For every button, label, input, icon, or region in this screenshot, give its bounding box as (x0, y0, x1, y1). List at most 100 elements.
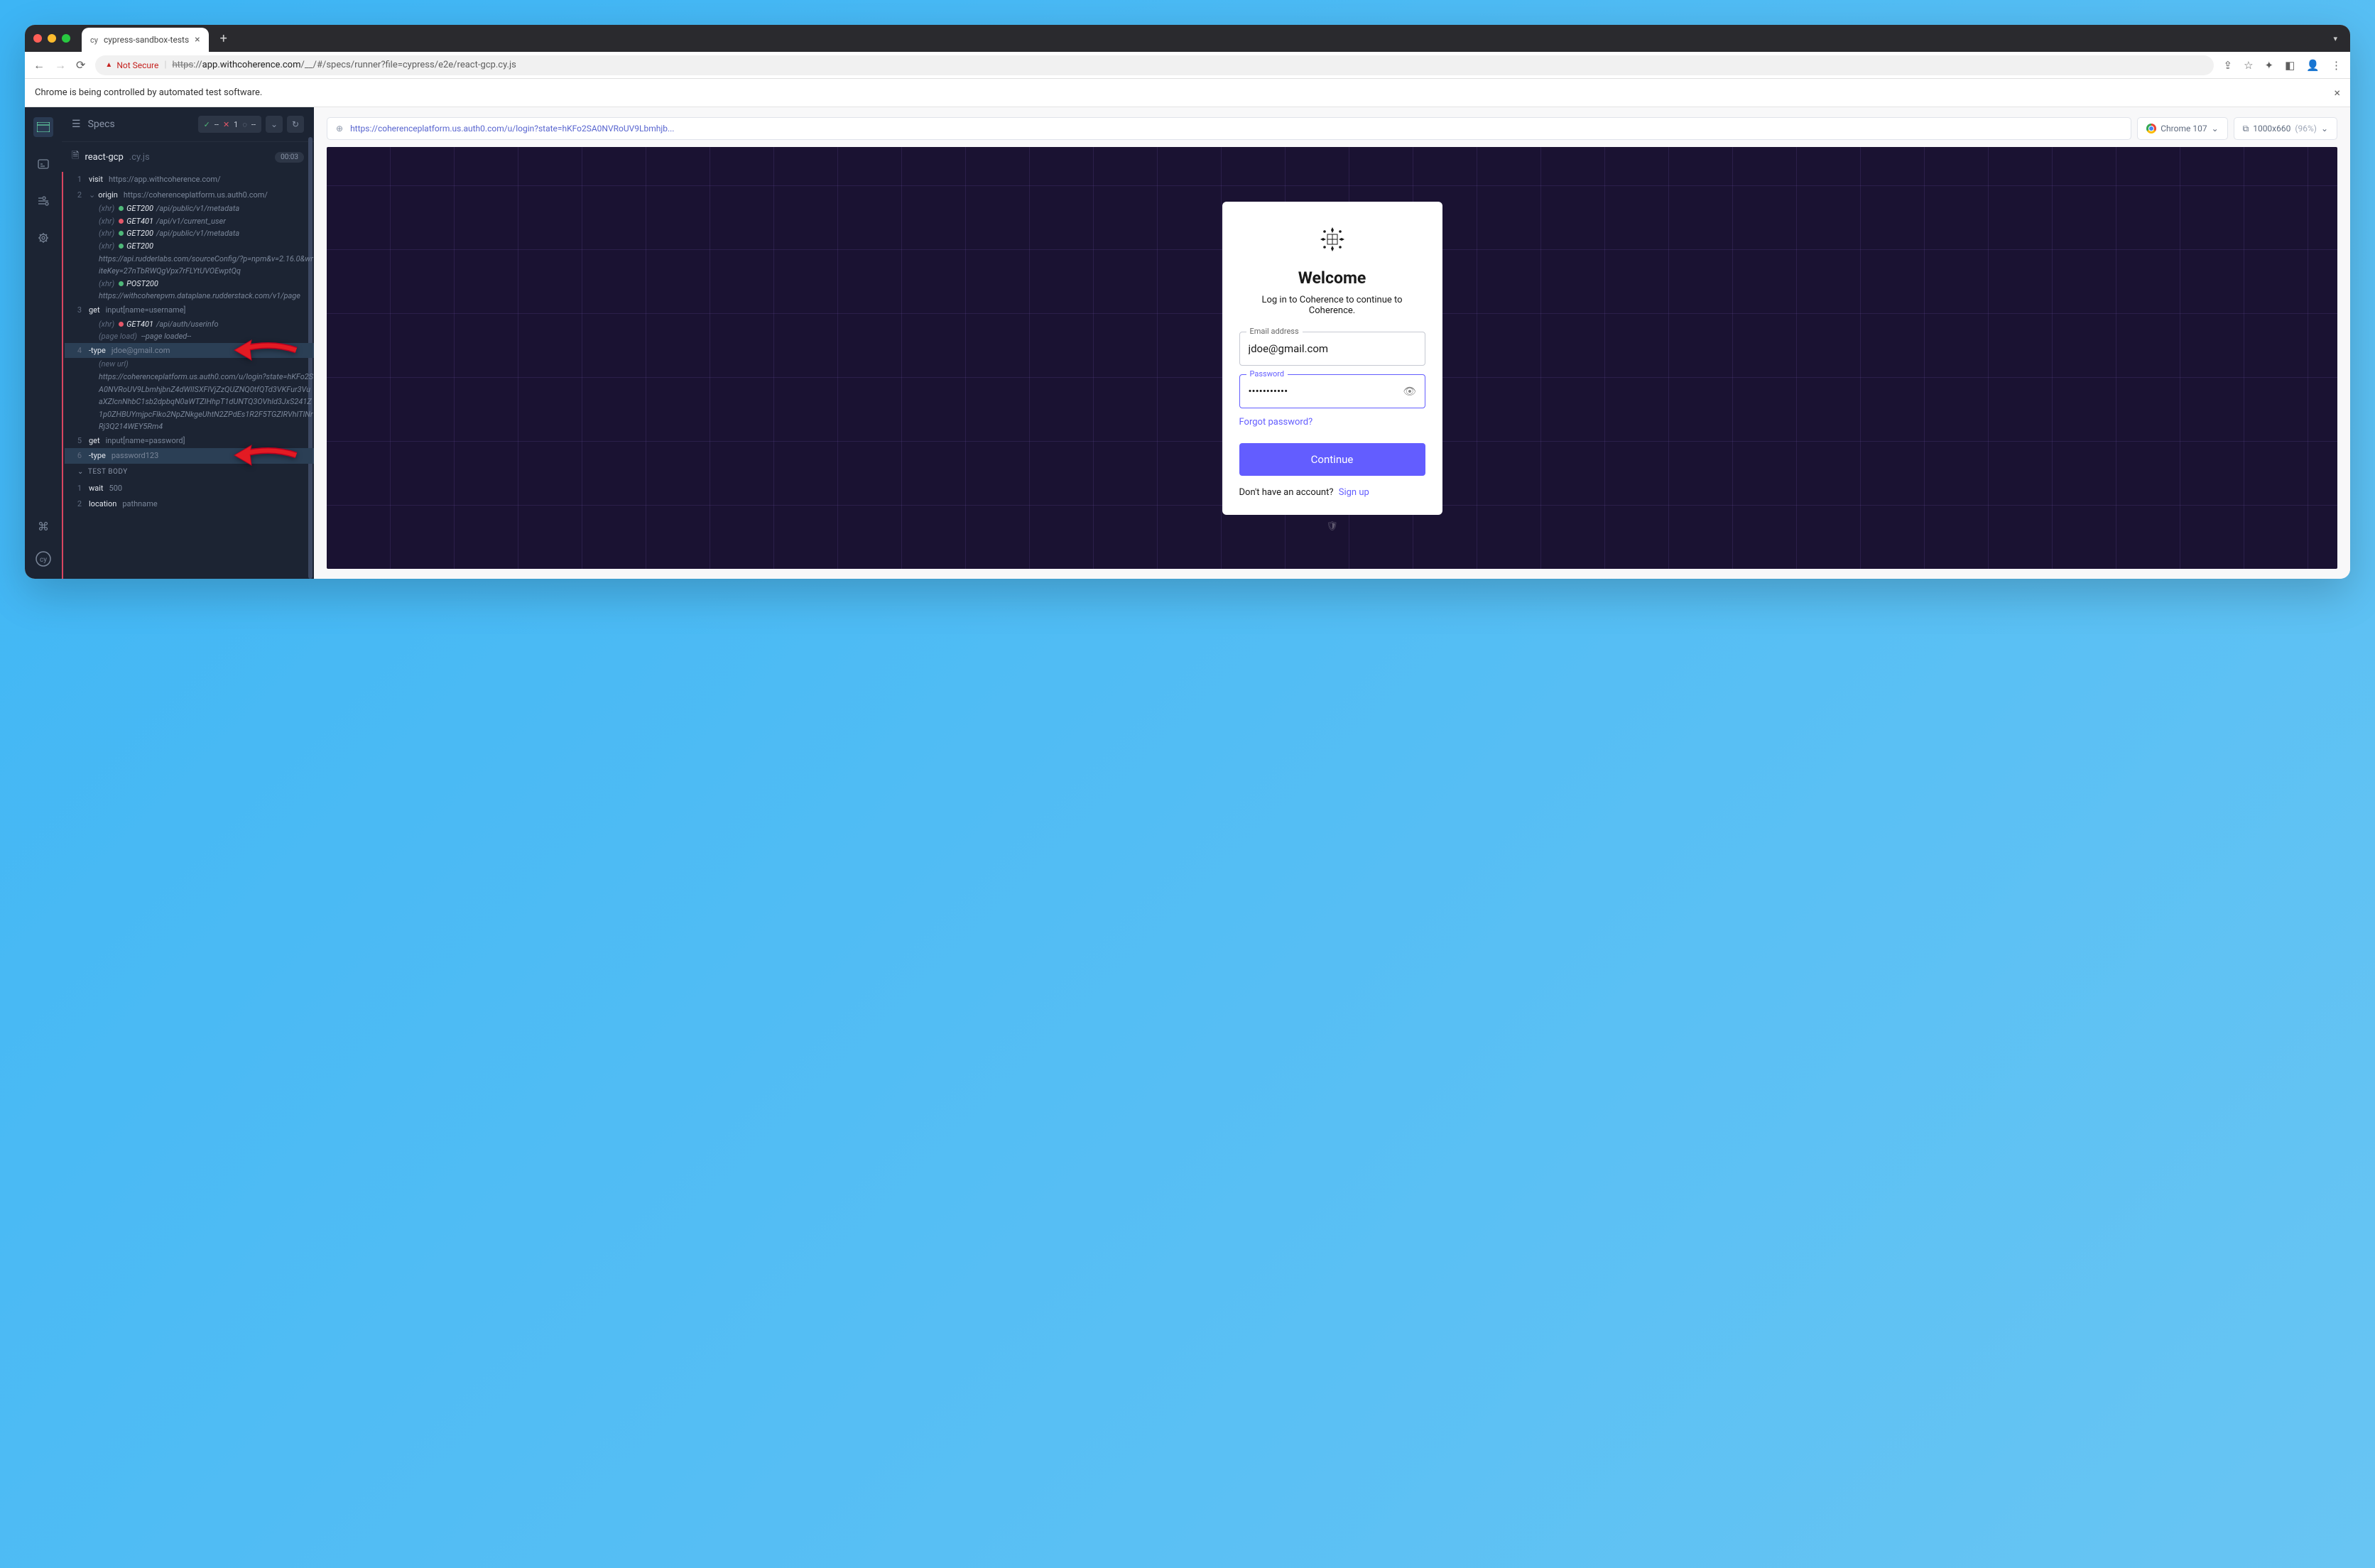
minimize-window-icon[interactable] (48, 34, 56, 43)
browser-chrome: cy cypress-sandbox-tests × + ▾ ← → ⟳ Not… (25, 25, 2350, 79)
welcome-heading: Welcome (1239, 268, 1425, 288)
viewport-scale: (96%) (2295, 124, 2317, 134)
pending-icon: ◌ (242, 120, 247, 129)
status-pill: ✓ -- ✕ 1 ◌ -- (198, 116, 261, 133)
tab-close-icon[interactable]: × (195, 34, 200, 45)
login-card: Welcome Log in to Coherence to continue … (1222, 202, 1442, 515)
viewport-selector[interactable]: ⧉ 1000x660 (96%) ⌄ (2234, 117, 2337, 140)
xhr-log-line[interactable]: (xhr) GET 200 /api/public/v1/metadata (65, 227, 314, 240)
new-tab-button[interactable]: + (220, 31, 227, 46)
sidebar-item-specs[interactable] (33, 117, 53, 137)
url-text: https://app.withcoherence.com/__/#/specs… (173, 60, 516, 70)
command-log-line[interactable]: 6-type password123 (65, 448, 314, 464)
app-preview: Welcome Log in to Coherence to continue … (327, 147, 2337, 569)
page-event-line[interactable]: (new url) https://coherenceplatform.us.a… (65, 358, 314, 433)
maximize-window-icon[interactable] (62, 34, 70, 43)
panel-header: ☰ Specs ✓ -- ✕ 1 ◌ -- ⌄ ↻ (62, 107, 314, 142)
ruler-icon: ⧉ (2243, 124, 2249, 134)
viewport-size: 1000x660 (2253, 124, 2290, 134)
close-window-icon[interactable] (33, 34, 42, 43)
password-input[interactable] (1239, 374, 1425, 408)
sidebar-item-runs[interactable] (33, 154, 53, 174)
continue-button[interactable]: Continue (1239, 443, 1425, 476)
preview-pane: ⊕ https://coherenceplatform.us.auth0.com… (314, 107, 2350, 579)
password-label: Password (1246, 369, 1288, 379)
url-bar[interactable]: Not Secure | https://app.withcoherence.c… (95, 55, 2213, 75)
automation-bar: Chrome is being controlled by automated … (25, 79, 2350, 107)
traffic-lights (33, 34, 70, 43)
command-log-line[interactable]: 2⌄origin https://coherenceplatform.us.au… (65, 187, 314, 203)
forward-button[interactable]: → (55, 58, 66, 72)
spec-ext: .cy.js (129, 152, 150, 163)
back-button[interactable]: ← (33, 58, 45, 72)
tab-title: cypress-sandbox-tests (104, 35, 189, 45)
xhr-log-line[interactable]: (xhr) GET 200 /api/public/v1/metadata (65, 202, 314, 215)
show-password-icon[interactable]: 👁 (1403, 385, 1416, 398)
xhr-log-line[interactable]: (xhr) GET 200 https://api.rudderlabs.com… (65, 240, 314, 278)
profile-icon[interactable]: 👤 (2306, 59, 2320, 72)
spec-title-row[interactable]: 🗎 react-gcp.cy.js 00:03 (62, 142, 314, 172)
signup-text: Don't have an account? (1239, 487, 1334, 498)
doc-icon: 🗎 (72, 149, 79, 165)
expand-button[interactable]: ⌄ (266, 116, 283, 133)
bookmark-icon[interactable]: ☆ (2244, 59, 2253, 72)
preview-url: https://coherenceplatform.us.auth0.com/u… (350, 124, 674, 134)
nav-bar: ← → ⟳ Not Secure | https://app.withcoher… (25, 52, 2350, 79)
command-log-line[interactable]: 4-type jdoe@gmail.com (65, 343, 314, 359)
tab-favicon: cy (90, 36, 98, 45)
sidebar-item-settings[interactable] (33, 228, 53, 248)
email-input[interactable] (1239, 332, 1425, 366)
panel-icon[interactable]: ◧ (2285, 59, 2295, 72)
xhr-log-line[interactable]: (xhr) GET 401 /api/auth/userinfo (65, 318, 314, 331)
tab-strip: cy cypress-sandbox-tests × + ▾ (25, 25, 2350, 52)
tabs-dropdown-icon[interactable]: ▾ (2333, 34, 2342, 43)
email-label: Email address (1246, 327, 1303, 336)
command-log-line[interactable]: 3get input[name=username] (65, 303, 314, 318)
menu-icon[interactable]: ⋮ (2331, 59, 2342, 72)
command-log-line[interactable]: 1visit https://app.withcoherence.com/ (65, 172, 314, 187)
cypress-app: ⌘ cy ☰ Specs ✓ -- ✕ 1 ◌ -- ⌄ (25, 107, 2350, 579)
email-field-wrap: Email address (1239, 332, 1425, 366)
specs-label: Specs (88, 119, 115, 130)
sidebar-item-keyboard[interactable]: ⌘ (33, 516, 53, 536)
specs-panel: ☰ Specs ✓ -- ✕ 1 ◌ -- ⌄ ↻ 🗎 r (62, 107, 314, 579)
command-log[interactable]: 1visit https://app.withcoherence.com/2⌄o… (62, 172, 314, 579)
automation-close-icon[interactable]: × (2334, 86, 2340, 99)
preview-header: ⊕ https://coherenceplatform.us.auth0.com… (327, 117, 2337, 140)
rerun-button[interactable]: ↻ (287, 116, 304, 133)
collapse-icon[interactable]: ☰ (72, 119, 81, 130)
reload-button[interactable]: ⟳ (76, 58, 85, 72)
browser-tab[interactable]: cy cypress-sandbox-tests × (82, 28, 209, 52)
forgot-password-link[interactable]: Forgot password? (1239, 417, 1425, 428)
sidebar-cypress-logo[interactable]: cy (33, 549, 53, 569)
password-field-wrap: Password 👁 (1239, 374, 1425, 408)
welcome-subtitle: Log in to Coherence to continue to Coher… (1239, 295, 1425, 316)
extensions-icon[interactable]: ✦ (2265, 59, 2274, 72)
selector-icon[interactable]: ⊕ (336, 124, 343, 134)
url-separator: | (164, 60, 166, 70)
coherence-logo-icon (1317, 224, 1347, 254)
sidebar: ⌘ cy (25, 107, 62, 579)
pointer-arrow-icon (229, 336, 300, 369)
pending-dash: -- (251, 120, 256, 129)
pointer-arrow-icon (229, 441, 300, 474)
xhr-log-line[interactable]: (xhr) POST 200 https://withcoherepvm.dat… (65, 278, 314, 303)
not-secure-badge[interactable]: Not Secure (105, 60, 158, 70)
browser-selector[interactable]: Chrome 107 ⌄ (2137, 117, 2227, 140)
sidebar-item-debug[interactable] (33, 191, 53, 211)
xhr-log-line[interactable]: (xhr) GET 401 /api/v1/current_user (65, 215, 314, 228)
logo (1239, 224, 1425, 254)
signup-link[interactable]: Sign up (1339, 487, 1369, 498)
spec-name: react-gcp (85, 152, 123, 163)
share-icon[interactable]: ⇪ (2224, 59, 2233, 72)
browser-name: Chrome 107 (2161, 124, 2207, 134)
browser-window: cy cypress-sandbox-tests × + ▾ ← → ⟳ Not… (25, 25, 2350, 579)
svg-text:cy: cy (40, 556, 47, 564)
fail-count: 1 (234, 120, 238, 129)
signup-row: Don't have an account? Sign up (1239, 487, 1425, 498)
command-log-line[interactable]: 2location pathname (65, 496, 314, 512)
preview-url-bar[interactable]: ⊕ https://coherenceplatform.us.auth0.com… (327, 117, 2131, 140)
command-log-line[interactable]: 1wait 500 (65, 481, 314, 496)
fail-icon: ✕ (223, 120, 229, 129)
nav-icons: ⇪ ☆ ✦ ◧ 👤 ⋮ (2224, 59, 2342, 72)
